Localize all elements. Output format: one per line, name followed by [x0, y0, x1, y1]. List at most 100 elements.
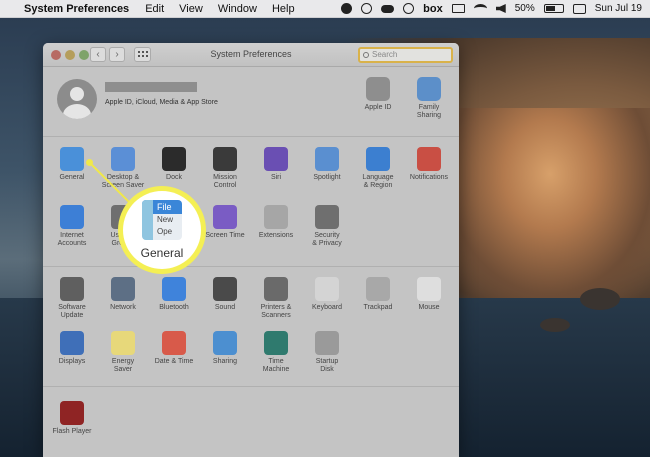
- pane-label: Keyboard: [312, 304, 342, 311]
- menu-view[interactable]: View: [179, 3, 203, 15]
- pane-notifications[interactable]: Notifications: [401, 147, 457, 182]
- menu-bar: System Preferences Edit View Window Help…: [0, 0, 650, 18]
- pane-bulb[interactable]: Energy Saver: [95, 331, 151, 374]
- battery-percent[interactable]: 50%: [515, 3, 535, 14]
- pane-at[interactable]: Internet Accounts: [44, 205, 100, 248]
- pane-keyboard[interactable]: Keyboard: [299, 277, 355, 312]
- pane-label: Mission Control: [213, 174, 237, 189]
- airplay-icon[interactable]: [451, 4, 465, 13]
- pane-label: Printers & Scanners: [260, 304, 292, 319]
- pane-calendar[interactable]: Date & Time: [146, 331, 202, 366]
- pane-label: Dock: [166, 174, 182, 181]
- pane-bluetooth[interactable]: Bluetooth: [146, 277, 202, 312]
- pane-sharing[interactable]: Sharing: [197, 331, 253, 366]
- menu-help[interactable]: Help: [272, 3, 295, 15]
- spotlight-icon: [315, 147, 339, 171]
- pane-globe[interactable]: Network: [95, 277, 151, 312]
- trackpad-icon: [366, 277, 390, 301]
- status-dot-icon[interactable]: [341, 3, 353, 14]
- account-section: Apple ID, iCloud, Media & App Store Appl…: [43, 67, 459, 137]
- magnifier-label: General: [140, 246, 184, 260]
- sharing-icon: [213, 331, 237, 355]
- cloud-icon[interactable]: [381, 4, 395, 13]
- pane-label: Displays: [58, 358, 86, 365]
- bluetooth-icon: [162, 277, 186, 301]
- pane-display[interactable]: Displays: [44, 331, 100, 366]
- pane-label: General: [59, 174, 85, 181]
- battery-icon[interactable]: [543, 4, 564, 13]
- siri-icon: [264, 147, 288, 171]
- personal-section: General Desktop & Screen Saver Dock Mission…: [43, 137, 459, 267]
- control-icon[interactable]: [572, 3, 586, 14]
- pane-label: Startup Disk: [315, 358, 339, 373]
- pane-security[interactable]: Security & Privacy: [299, 205, 355, 248]
- system-preferences-window: ‹ › System Preferences Search Apple ID, …: [43, 43, 459, 457]
- pane-desktop[interactable]: Desktop & Screen Saver: [95, 147, 151, 190]
- pane-printer[interactable]: Printers & Scanners: [248, 277, 304, 320]
- apple-id-icon: [366, 77, 390, 101]
- printer-icon: [264, 277, 288, 301]
- volume-icon[interactable]: [495, 4, 506, 13]
- pane-label: Language & Region: [362, 174, 394, 189]
- globe-icon: [111, 277, 135, 301]
- pane-mouse[interactable]: Mouse: [401, 277, 457, 312]
- pane-mission-control[interactable]: Mission Control: [197, 147, 253, 190]
- pane-label: Sound: [214, 304, 236, 311]
- pane-siri[interactable]: Siri: [248, 147, 304, 182]
- mouse-icon: [417, 277, 441, 301]
- pane-label: Sharing: [212, 358, 238, 365]
- pane-label: Software Update: [58, 304, 86, 319]
- bulb-icon: [111, 331, 135, 355]
- keyboard-icon: [315, 277, 339, 301]
- pane-label: Network: [110, 304, 136, 311]
- pane-dock[interactable]: Dock: [146, 147, 202, 182]
- pane-language[interactable]: Language & Region: [350, 147, 406, 190]
- sync-icon[interactable]: [361, 3, 373, 14]
- dock-icon: [162, 147, 186, 171]
- pane-spotlight[interactable]: Spotlight: [299, 147, 355, 182]
- pane-label: Security & Privacy: [312, 232, 342, 247]
- wifi-icon[interactable]: [473, 4, 487, 13]
- pane-label: Flash Player: [52, 428, 92, 435]
- general-icon: File New Ope: [142, 200, 182, 240]
- pane-trackpad[interactable]: Trackpad: [350, 277, 406, 312]
- pane-speaker[interactable]: Sound: [197, 277, 253, 312]
- timer-icon[interactable]: [403, 3, 415, 14]
- avatar[interactable]: [57, 79, 97, 119]
- pane-label: Time Machine: [262, 358, 290, 373]
- account-name-redacted: [105, 82, 197, 92]
- new-text: New: [157, 215, 174, 224]
- pane-label: Spotlight: [313, 174, 341, 181]
- menu-window[interactable]: Window: [218, 3, 257, 15]
- pane-label: Date & Time: [154, 358, 194, 365]
- pane-label: Mouse: [418, 304, 440, 311]
- menu-app-name[interactable]: System Preferences: [24, 3, 129, 15]
- pane-disk[interactable]: Startup Disk: [299, 331, 355, 374]
- pane-time-machine[interactable]: Time Machine: [248, 331, 304, 374]
- other-section: Flash Player: [43, 387, 459, 457]
- box-status-icon[interactable]: box: [423, 3, 443, 15]
- flash-icon: [60, 401, 84, 425]
- calendar-icon: [162, 331, 186, 355]
- menu-edit[interactable]: Edit: [145, 3, 164, 15]
- pane-label: Notifications: [409, 174, 449, 181]
- hourglass-icon: [213, 205, 237, 229]
- disk-icon: [315, 331, 339, 355]
- pane-puzzle[interactable]: Extensions: [248, 205, 304, 240]
- search-field[interactable]: Search: [358, 47, 453, 63]
- search-placeholder: Search: [372, 50, 398, 59]
- pane-label: Energy Saver: [111, 358, 135, 373]
- title-bar: ‹ › System Preferences Search: [43, 43, 459, 67]
- pane-family-sharing[interactable]: Family Sharing: [401, 77, 457, 120]
- at-icon: [60, 205, 84, 229]
- menu-clock[interactable]: Sun Jul 19: [595, 3, 642, 14]
- pane-label: Family Sharing: [416, 104, 442, 119]
- pane-flash[interactable]: Flash Player: [44, 401, 100, 436]
- pane-label: Siri: [270, 174, 282, 181]
- family-sharing-icon: [417, 77, 441, 101]
- pane-apple-id[interactable]: Apple ID: [350, 77, 406, 112]
- pane-gear[interactable]: Software Update: [44, 277, 100, 320]
- pane-label: Extensions: [258, 232, 294, 239]
- notifications-icon: [417, 147, 441, 171]
- security-icon: [315, 205, 339, 229]
